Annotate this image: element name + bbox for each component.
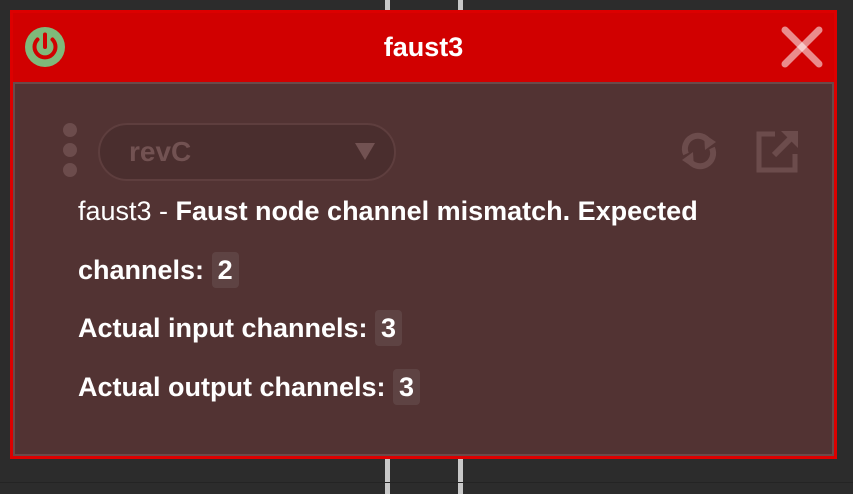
- error-message-line-1: faust3 - Faust node channel mismatch. Ex…: [78, 189, 698, 233]
- drag-handle[interactable]: [62, 123, 78, 177]
- output-channels-label: Actual output channels:: [78, 372, 386, 402]
- input-channels-label: Actual input channels:: [78, 313, 368, 343]
- power-button[interactable]: [24, 26, 66, 68]
- close-button[interactable]: [780, 25, 824, 69]
- close-icon: [781, 26, 823, 68]
- preset-dropdown[interactable]: revC: [98, 123, 396, 181]
- drag-handle-dot: [63, 123, 77, 137]
- refresh-icon: [681, 132, 717, 170]
- power-icon: [25, 27, 65, 67]
- node-title: faust3: [383, 32, 464, 62]
- error-message-line-4: Actual output channels: 3: [78, 365, 421, 409]
- chevron-down-icon: [355, 143, 375, 160]
- error-message-line-2: channels: 2: [78, 248, 239, 292]
- drag-handle-dot: [63, 143, 77, 157]
- open-external-button[interactable]: [755, 128, 801, 174]
- error-message-line-3: Actual input channels: 3: [78, 306, 403, 350]
- node-content: revC faust3 - Faust node channel mismatc…: [13, 82, 834, 456]
- node-titlebar: faust3: [13, 13, 834, 82]
- expected-channels-label: channels:: [78, 255, 205, 285]
- preset-dropdown-value: revC: [129, 136, 192, 167]
- drag-handle-dot: [63, 163, 77, 177]
- error-text: Faust node channel mismatch. Expected: [175, 196, 698, 226]
- input-channels-value: 3: [375, 309, 403, 346]
- output-channels-value: 3: [393, 368, 421, 405]
- faust-node-panel: faust3 revC faust3 - Faust node channel …: [10, 10, 837, 459]
- refresh-button[interactable]: [678, 130, 720, 172]
- expected-channels-value: 2: [211, 251, 239, 288]
- external-link-icon: [756, 131, 798, 173]
- background-gridline: [0, 482, 853, 483]
- error-node-prefix: faust3 -: [78, 196, 176, 226]
